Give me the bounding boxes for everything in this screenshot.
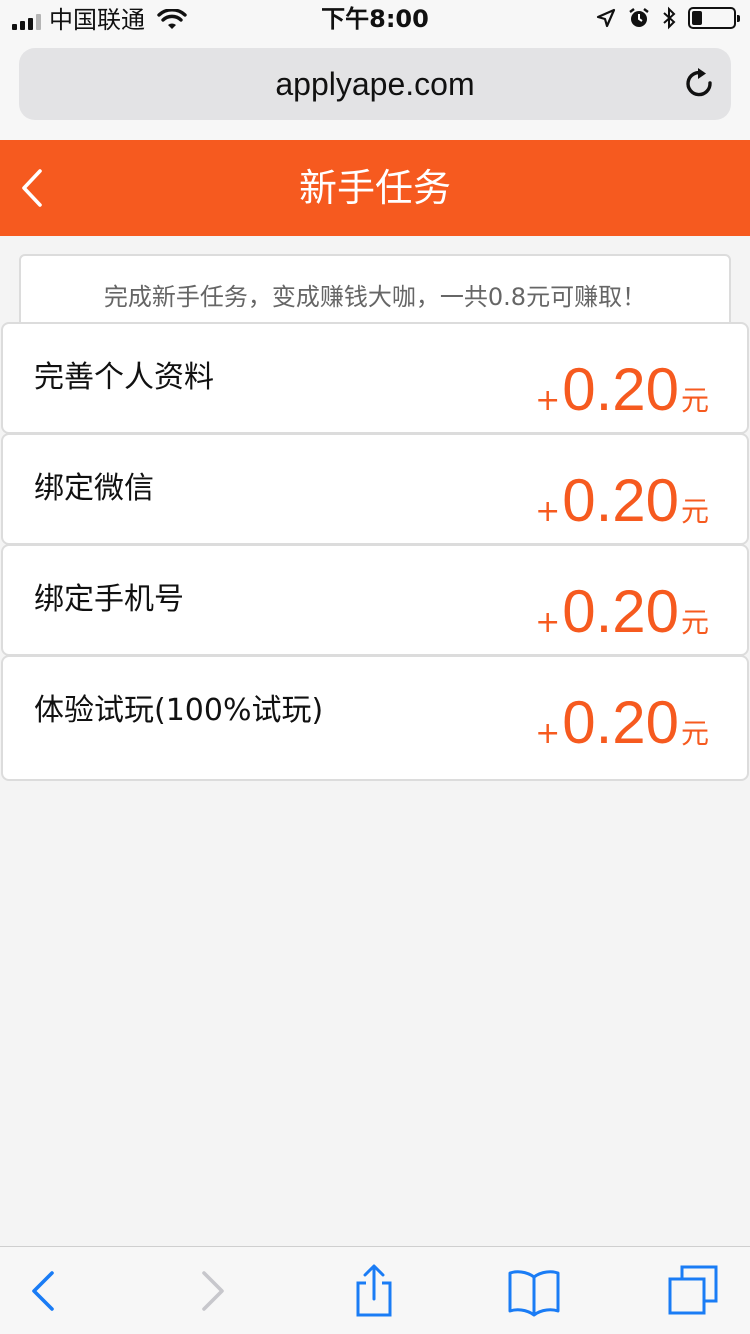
reward-unit: 元 — [680, 495, 709, 528]
status-right — [596, 6, 740, 30]
task-item-profile[interactable]: 完善个人资料 + 0.20 元 — [1, 322, 749, 434]
page-title: 新手任务 — [298, 166, 451, 210]
address-bar[interactable]: applyape.com — [19, 48, 731, 120]
browser-toolbar — [0, 1246, 750, 1334]
reward-amount: 0.20 — [562, 578, 679, 645]
reward-plus: + — [535, 716, 561, 751]
notice-text: 完成新手任务，变成赚钱大咖，一共0.8元可赚取！ — [103, 283, 647, 311]
location-icon — [596, 8, 616, 28]
alarm-icon — [629, 8, 649, 27]
reward-plus: + — [535, 383, 561, 418]
task-list: 完善个人资料 + 0.20 元 绑定微信 + 0.20 元 绑定手机号 + 0.… — [1, 322, 749, 781]
browser-address-area: applyape.com — [0, 40, 750, 140]
reward-amount: 0.20 — [562, 467, 679, 534]
task-label: 完善个人资料 — [34, 360, 214, 395]
reward-unit: 元 — [680, 717, 709, 750]
reload-icon[interactable] — [681, 66, 717, 102]
page-header: 新手任务 — [0, 140, 750, 236]
reward-plus: + — [535, 605, 561, 640]
url-text[interactable]: applyape.com — [19, 66, 731, 102]
task-label: 体验试玩(100%试玩) — [34, 693, 324, 728]
reward-unit: 元 — [680, 384, 709, 417]
book-icon[interactable] — [506, 1263, 562, 1319]
task-label: 绑定手机号 — [34, 582, 184, 617]
task-label: 绑定微信 — [34, 471, 154, 506]
chevron-left-icon[interactable] — [16, 1263, 72, 1319]
task-reward: + 0.20 元 — [535, 471, 709, 531]
reward-unit: 元 — [680, 606, 709, 639]
task-reward: + 0.20 元 — [535, 582, 709, 642]
reward-amount: 0.20 — [562, 689, 679, 756]
battery-icon — [688, 7, 740, 29]
task-item-phone[interactable]: 绑定手机号 + 0.20 元 — [1, 544, 749, 656]
bluetooth-icon — [663, 6, 676, 30]
task-reward: + 0.20 元 — [535, 360, 709, 420]
task-item-trial[interactable]: 体验试玩(100%试玩) + 0.20 元 — [1, 655, 749, 781]
chevron-right-icon[interactable] — [184, 1263, 240, 1319]
share-icon[interactable] — [346, 1263, 402, 1319]
tabs-icon[interactable] — [666, 1263, 722, 1319]
task-item-wechat[interactable]: 绑定微信 + 0.20 元 — [1, 433, 749, 545]
reward-plus: + — [535, 494, 561, 529]
reward-amount: 0.20 — [562, 356, 679, 423]
status-bar: 中国联通 下午8:00 — [0, 0, 750, 40]
task-reward: + 0.20 元 — [535, 693, 709, 753]
